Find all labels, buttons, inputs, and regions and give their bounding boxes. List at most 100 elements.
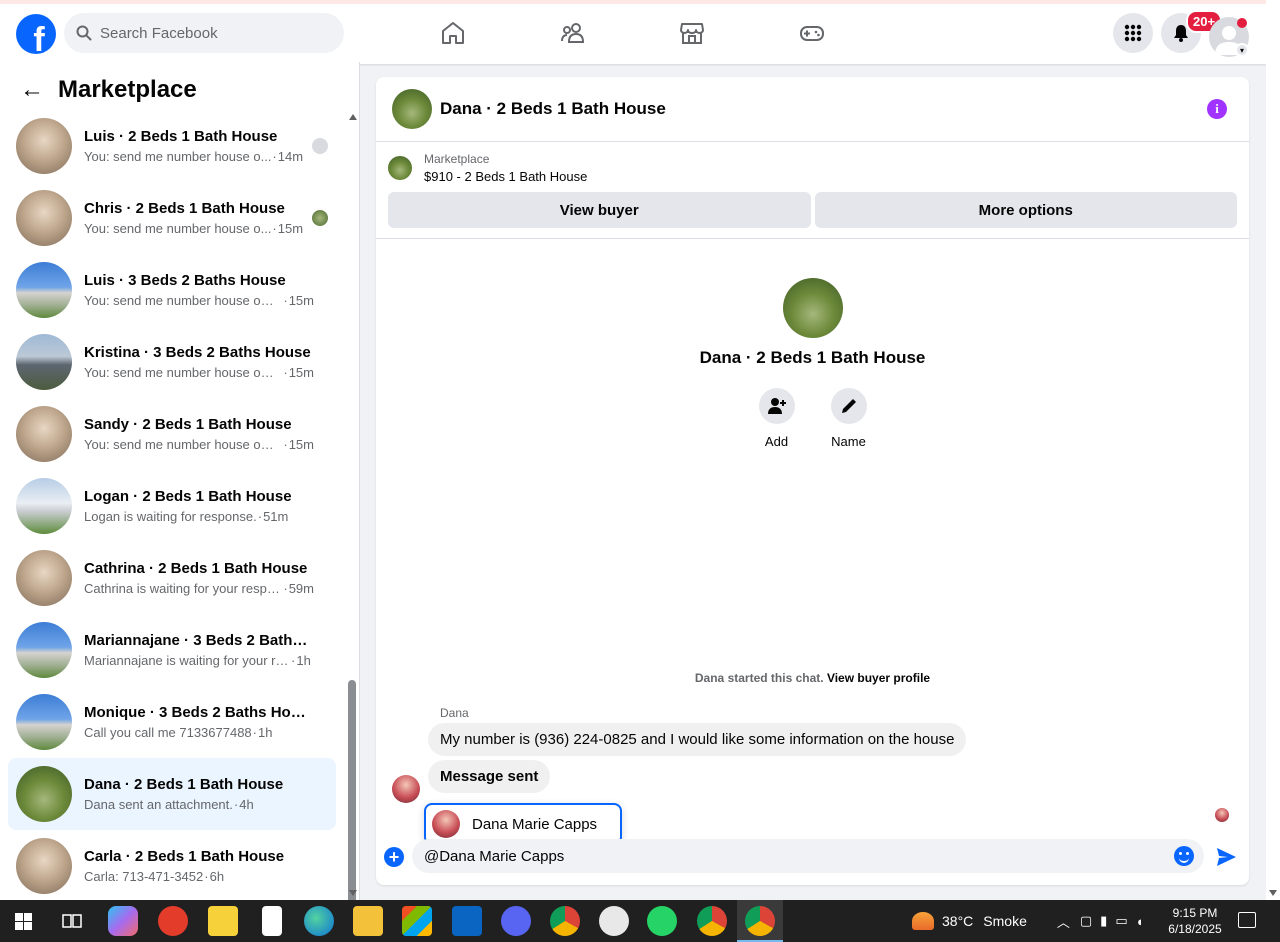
- message-input[interactable]: [424, 847, 1164, 865]
- discord-icon[interactable]: [501, 906, 531, 936]
- marketplace-icon[interactable]: [679, 20, 705, 46]
- conversation-name: Monique · 3 Beds 2 Baths House: [84, 704, 314, 721]
- conversation-thumbnail: [16, 766, 72, 822]
- send-icon[interactable]: [1215, 846, 1237, 868]
- conversation-name: Kristina · 3 Beds 2 Baths House: [84, 344, 311, 361]
- chat-avatar[interactable]: [392, 89, 432, 129]
- conversation-name: Chris · 2 Beds 1 Bath House: [84, 200, 285, 217]
- windows-start-icon[interactable]: [15, 913, 32, 930]
- conversation-item[interactable]: Carla · 2 Beds 1 Bath House Carla: 713-47…: [8, 830, 336, 902]
- plus-icon[interactable]: +: [384, 847, 404, 867]
- weather-text[interactable]: Smoke: [983, 913, 1027, 929]
- whatsapp-icon[interactable]: [647, 906, 677, 936]
- clock-time: 9:15 PM: [1172, 906, 1218, 920]
- conversation-item[interactable]: Cathrina · 2 Beds 1 Bath House Cathrina i…: [8, 542, 336, 614]
- gaming-icon[interactable]: [799, 20, 825, 46]
- chrome-profile-icon[interactable]: [697, 906, 727, 936]
- clock-date: 6/18/2025: [1168, 922, 1222, 936]
- message-input-box[interactable]: [412, 839, 1204, 873]
- microsoft-store-icon[interactable]: [402, 906, 432, 936]
- meet-now-icon[interactable]: ▢: [1080, 913, 1092, 929]
- volume-icon[interactable]: ◖: [1136, 914, 1144, 929]
- sender-avatar[interactable]: [392, 775, 420, 803]
- conversation-item[interactable]: Logan · 2 Beds 1 Bath House Logan is wait…: [8, 470, 336, 542]
- message-bubble[interactable]: My number is (936) 224-0825 and I would …: [428, 723, 967, 756]
- separator-dot: ·: [252, 725, 258, 740]
- separator-dot: ·: [283, 437, 288, 452]
- scroll-up-icon[interactable]: [349, 114, 357, 120]
- conversation-item[interactable]: Kristina · 3 Beds 2 Baths House You: send…: [8, 326, 336, 398]
- conversation-item[interactable]: Dana · 2 Beds 1 Bath House Dana sent an a…: [8, 758, 336, 830]
- more-options-button[interactable]: More options: [814, 192, 1237, 228]
- separator-dot: ·: [283, 293, 288, 308]
- conversation-name: Luis · 2 Beds 1 Bath House: [84, 128, 278, 145]
- conversation-item[interactable]: Chris · 2 Beds 1 Bath House You: send me …: [8, 182, 336, 254]
- copilot-icon[interactable]: [108, 906, 138, 936]
- conversation-name: Sandy · 2 Beds 1 Bath House: [84, 416, 292, 433]
- search-input[interactable]: [100, 24, 320, 42]
- wps-office-icon[interactable]: [158, 906, 188, 936]
- chevron-down-icon[interactable]: ▾: [1235, 43, 1249, 57]
- pencil-icon: [841, 399, 856, 413]
- conversation-name: Logan · 2 Beds 1 Bath House: [84, 488, 292, 505]
- file-explorer-icon[interactable]: [353, 906, 383, 936]
- sidebar-scrollbar[interactable]: [346, 112, 358, 936]
- page-scrollbar[interactable]: [1266, 0, 1280, 900]
- scrollbar-thumb[interactable]: [348, 680, 356, 936]
- conversation-time: 4h: [239, 797, 254, 812]
- sticky-notes-icon[interactable]: [208, 906, 238, 936]
- notepad-icon[interactable]: [262, 906, 282, 936]
- add-button[interactable]: Add: [758, 388, 795, 449]
- info-icon[interactable]: i: [1207, 99, 1227, 119]
- conversation-name: Carla · 2 Beds 1 Bath House: [84, 848, 285, 865]
- message-sender-name: Dana: [440, 706, 469, 720]
- conversation-time: 15m: [288, 365, 314, 380]
- conversation-time: 59m: [288, 581, 314, 596]
- outlook-icon[interactable]: [452, 906, 482, 936]
- menu-grid-icon[interactable]: [1113, 13, 1153, 53]
- search-box[interactable]: [64, 13, 344, 53]
- conversation-snippet: Call you call me 7133677488: [84, 725, 252, 740]
- message-bubble[interactable]: Message sent: [428, 760, 551, 793]
- conversation-time: 6h: [209, 869, 225, 884]
- conversation-name: Cathrina · 2 Beds 1 Bath House: [84, 560, 308, 577]
- emoji-icon[interactable]: [1174, 846, 1194, 866]
- view-buyer-button[interactable]: View buyer: [388, 192, 811, 228]
- conversation-item[interactable]: Luis · 3 Beds 2 Baths House You: send me …: [8, 254, 336, 326]
- chrome-icon[interactable]: [550, 906, 580, 936]
- back-arrow-icon[interactable]: ←: [20, 76, 44, 104]
- name-button[interactable]: Name: [830, 388, 867, 449]
- listing-summary[interactable]: Marketplace $910 - 2 Beds 1 Bath House: [388, 152, 587, 184]
- chat-title[interactable]: Dana · 2 Beds 1 Bath House: [440, 99, 666, 119]
- conversation-item[interactable]: Mariannajane · 3 Beds 2 Baths H... Marian…: [8, 614, 336, 686]
- clock[interactable]: 9:15 PM 6/18/2025: [1160, 905, 1230, 937]
- temperature[interactable]: 38°C: [942, 913, 973, 929]
- conversation-name: Mariannajane · 3 Beds 2 Baths H...: [84, 632, 314, 649]
- scroll-down-icon[interactable]: [1269, 890, 1277, 896]
- notification-center-icon[interactable]: [1238, 912, 1256, 928]
- task-view-icon[interactable]: [62, 912, 82, 930]
- scroll-down-icon[interactable]: [349, 890, 357, 896]
- add-person-icon: [767, 398, 786, 414]
- conversation-item[interactable]: Monique · 3 Beds 2 Baths House Call you c…: [8, 686, 336, 758]
- microphone-icon[interactable]: ▮: [1100, 913, 1107, 929]
- conversation-thumbnail: [16, 550, 72, 606]
- conversation-item[interactable]: Sandy · 2 Beds 1 Bath House You: send me …: [8, 398, 336, 470]
- tray-chevron-up-icon[interactable]: ︿: [1057, 912, 1070, 931]
- conversation-snippet: You: send me number house own...: [84, 365, 283, 380]
- conversation-time: 14m: [277, 149, 304, 164]
- weather-icon[interactable]: [912, 912, 934, 930]
- facebook-logo[interactable]: f: [16, 14, 56, 54]
- friends-icon[interactable]: [560, 20, 586, 46]
- edge-icon[interactable]: [304, 906, 334, 936]
- view-buyer-profile-link[interactable]: View buyer profile: [827, 671, 930, 685]
- app-icon[interactable]: [599, 906, 629, 936]
- conversation-item[interactable]: Luis · 2 Beds 1 Bath House You: send me n…: [8, 110, 336, 182]
- system-tray: 38°C Smoke ︿ ▢ ▮ ▭ ◖: [912, 900, 1143, 942]
- network-icon[interactable]: ▭: [1115, 913, 1127, 929]
- home-icon[interactable]: [440, 20, 466, 46]
- chrome-active-icon[interactable]: [745, 906, 775, 936]
- conversation-snippet: Cathrina is waiting for your respo...: [84, 581, 283, 596]
- seen-avatar: [312, 210, 328, 226]
- chat-header: Dana · 2 Beds 1 Bath House i: [376, 77, 1249, 142]
